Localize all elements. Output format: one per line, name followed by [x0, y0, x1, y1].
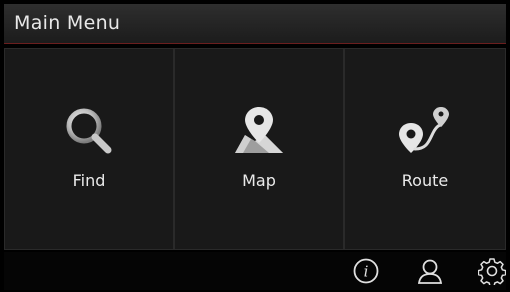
route-icon — [399, 106, 449, 153]
user-icon[interactable] — [416, 257, 444, 285]
find-label: Find — [72, 170, 106, 190]
route-label: Route — [401, 170, 449, 190]
map-button[interactable]: Map — [174, 48, 344, 250]
route-button[interactable]: Route — [344, 48, 506, 250]
page-title: Main Menu — [14, 12, 121, 34]
map-label: Map — [242, 170, 276, 190]
menu-grid: Find Map Route — [4, 48, 506, 250]
main-menu-screen: Main Menu Find Map Route i — [0, 0, 510, 292]
header-bar: Main Menu — [4, 4, 506, 44]
svg-text:i: i — [364, 263, 369, 281]
search-icon — [66, 108, 112, 153]
bottom-bar: i — [4, 252, 506, 290]
find-button[interactable]: Find — [4, 48, 174, 250]
gear-icon[interactable] — [478, 257, 506, 285]
map-pin-icon — [235, 106, 283, 153]
info-icon[interactable]: i — [352, 257, 380, 285]
